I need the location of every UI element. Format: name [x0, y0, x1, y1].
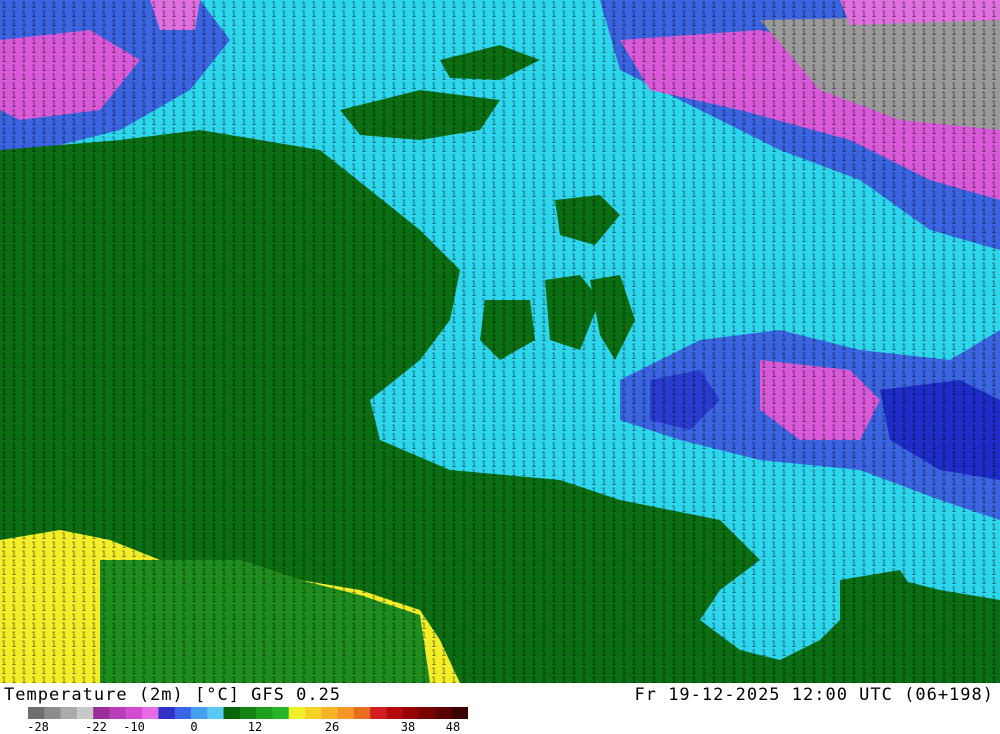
color-scale-tick-label: 12 [247, 720, 263, 734]
color-scale-swatch [288, 707, 306, 719]
color-scale-swatch [109, 707, 127, 719]
color-scale-swatch [272, 707, 290, 719]
color-scale-swatch [435, 707, 453, 719]
color-scale-swatch [402, 707, 420, 719]
color-scale-swatch [256, 707, 273, 719]
color-scale-swatch [305, 707, 322, 719]
color-scale [28, 707, 468, 719]
color-scale-swatch [337, 707, 355, 719]
temperature-map: 1 [0, 0, 1000, 683]
map-timestamp: Fr 19-12-2025 12:00 UTC (06+198) [634, 685, 994, 705]
color-scale-swatch [239, 707, 257, 719]
map-footer: Temperature (2m) [°C] GFS 0.25 Fr 19-12-… [0, 683, 1000, 734]
color-scale-swatch [28, 707, 45, 719]
color-scale-swatch [419, 707, 436, 719]
value-grid-overlay [0, 0, 1000, 683]
color-scale-tick-label: 38 [400, 720, 416, 734]
color-scale-swatch [321, 707, 339, 719]
color-scale-swatch [207, 707, 225, 719]
map-title: Temperature (2m) [°C] GFS 0.25 [4, 685, 342, 705]
color-scale-swatch [125, 707, 143, 719]
color-scale-swatch [174, 707, 192, 719]
color-scale-swatch [142, 707, 159, 719]
color-scale-swatch [223, 707, 241, 719]
color-scale-swatch [44, 707, 62, 719]
color-scale-swatch [451, 707, 468, 719]
color-scale-tick-label: -22 [85, 720, 107, 734]
color-scale-swatch [190, 707, 208, 719]
color-scale-swatch [60, 707, 78, 719]
color-scale-swatch [370, 707, 388, 719]
color-scale-swatch [353, 707, 371, 719]
map-field: 1 [0, 0, 1000, 683]
color-scale-tick-label: 0 [190, 720, 198, 734]
color-scale-swatch [158, 707, 176, 719]
color-scale-tick-label: -28 [27, 720, 49, 734]
color-scale-tick-label: -10 [123, 720, 145, 734]
color-scale-swatch [386, 707, 404, 719]
color-scale-tick-label: 26 [324, 720, 340, 734]
color-scale-swatch [76, 707, 94, 719]
color-scale-tick-label: 48 [445, 720, 461, 734]
color-scale-swatch [93, 707, 110, 719]
